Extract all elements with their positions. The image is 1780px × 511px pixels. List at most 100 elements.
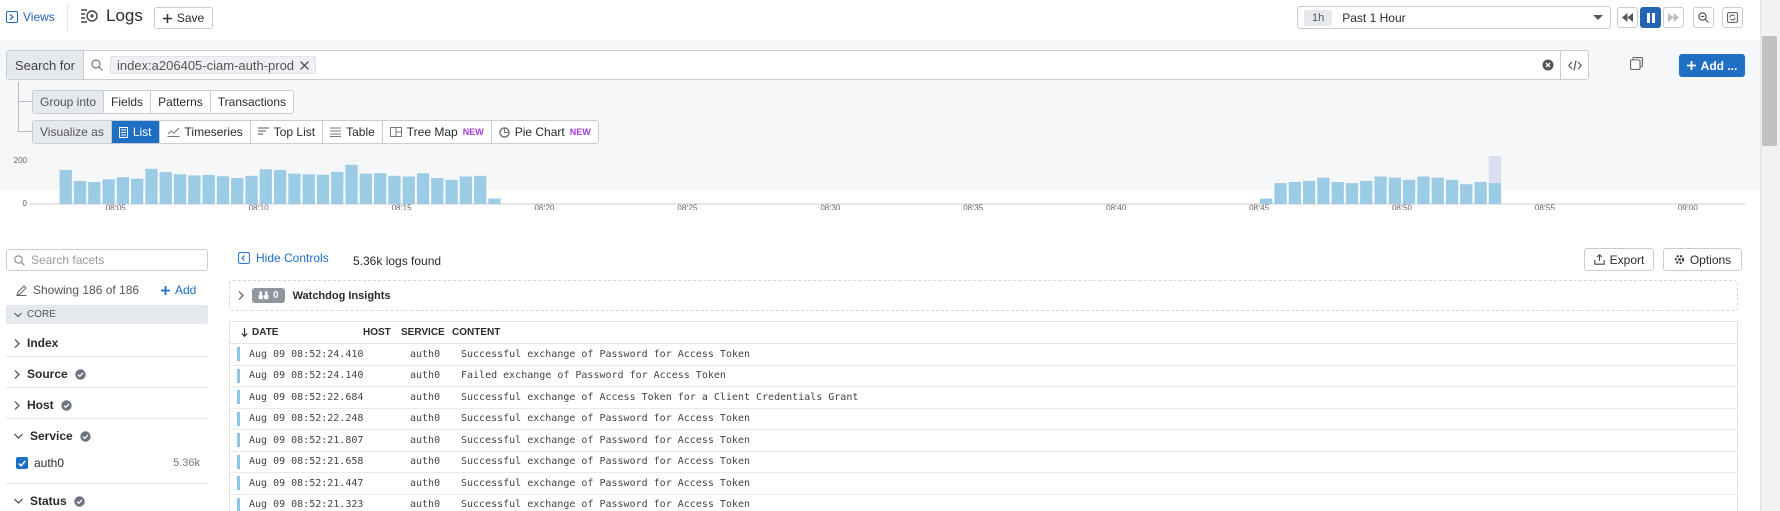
column-date[interactable]: DATE (252, 327, 363, 338)
add-facet-button[interactable]: Add (161, 283, 196, 297)
refresh-button[interactable] (1722, 7, 1743, 28)
histogram-bar[interactable] (88, 182, 101, 204)
viz-option-list[interactable]: List (111, 121, 160, 143)
histogram-bar[interactable] (59, 169, 72, 204)
viz-option-timeseries[interactable]: Timeseries (160, 121, 251, 143)
sort-desc-icon[interactable] (230, 328, 252, 337)
histogram-bar[interactable] (459, 176, 473, 205)
zoom-out-button[interactable] (1693, 7, 1714, 28)
facet-index[interactable]: Index (14, 336, 58, 350)
log-histogram[interactable]: 200 0 08:05 08:10 08:15 08:20 08:25 08:30 08:3… (0, 150, 1760, 210)
histogram-bar[interactable] (374, 173, 387, 204)
histogram-bar[interactable] (1288, 182, 1301, 204)
histogram-bar[interactable] (331, 171, 344, 204)
histogram-bar[interactable] (1374, 176, 1387, 205)
facet-search-input[interactable]: Search facets (6, 249, 208, 271)
column-content[interactable]: CONTENT (452, 327, 1737, 338)
search-input[interactable] (316, 51, 1536, 79)
views-button[interactable]: Views (6, 10, 55, 24)
histogram-bar[interactable] (273, 169, 287, 204)
watchdog-insights-panel[interactable]: 0 Watchdog Insights (229, 280, 1738, 311)
histogram-bar[interactable] (259, 169, 272, 204)
viz-option-table[interactable]: Table (323, 121, 383, 143)
search-bar[interactable]: Search for index:a206405-ciam-auth-prod (6, 50, 1589, 80)
histogram-bar[interactable] (1331, 182, 1344, 204)
code-icon[interactable] (1560, 51, 1588, 79)
histogram-bar[interactable] (1317, 177, 1330, 204)
histogram-bar[interactable] (231, 178, 244, 204)
histogram-bar[interactable] (245, 175, 258, 204)
table-row[interactable]: Aug 09 08:52:24.140 auth0 Failed exchange … (230, 366, 1737, 387)
close-icon[interactable] (300, 60, 310, 70)
histogram-bar[interactable] (1445, 179, 1459, 204)
histogram-bar[interactable] (1302, 180, 1316, 204)
histogram-bar[interactable] (288, 173, 301, 204)
histogram-bar[interactable] (173, 174, 187, 204)
table-row[interactable]: Aug 09 08:52:22.684 auth0 Successful excha… (230, 387, 1737, 409)
histogram-bar[interactable] (359, 173, 372, 204)
group-option-fields[interactable]: Fields (104, 91, 152, 113)
table-row[interactable]: Aug 09 08:52:22.248 auth0 Successful excha… (230, 409, 1737, 430)
group-option-transactions[interactable]: Transactions (211, 91, 293, 113)
histogram-bar[interactable] (1360, 180, 1373, 204)
query-chip[interactable]: index:a206405-ciam-auth-prod (109, 56, 317, 74)
save-button[interactable]: Save (154, 7, 213, 29)
facet-service[interactable]: Service (14, 429, 91, 443)
pause-button[interactable] (1640, 7, 1661, 28)
facet-host[interactable]: Host (14, 398, 72, 412)
checkbox-checked[interactable] (16, 457, 28, 469)
histogram-bar[interactable] (1345, 183, 1359, 204)
viz-option-tree-map[interactable]: Tree Map NEW (383, 121, 492, 143)
histogram-bar[interactable] (388, 175, 401, 204)
histogram-bar[interactable] (102, 179, 115, 204)
histogram-bar[interactable] (474, 175, 487, 204)
histogram-bar[interactable] (445, 179, 458, 204)
histogram-bar[interactable] (159, 172, 172, 204)
column-host[interactable]: HOST (363, 327, 401, 338)
histogram-bar[interactable] (1431, 177, 1444, 204)
histogram-bar[interactable] (1417, 176, 1430, 205)
scrollbar-thumb[interactable] (1762, 36, 1777, 146)
histogram-bar[interactable] (1403, 179, 1416, 204)
edit-icon[interactable] (16, 284, 27, 296)
core-section[interactable]: CORE (6, 305, 208, 324)
column-service[interactable]: SERVICE (401, 327, 452, 338)
histogram-bar[interactable] (1388, 177, 1401, 204)
time-range-selector[interactable]: 1h Past 1 Hour (1297, 6, 1611, 29)
facet-value-row[interactable]: auth0 5.36k (16, 456, 200, 470)
facet-source[interactable]: Source (14, 367, 86, 381)
histogram-bar[interactable] (1488, 183, 1502, 204)
histogram-bar[interactable] (1460, 184, 1473, 204)
clear-search-icon[interactable] (1536, 51, 1560, 79)
add-button[interactable]: Add ... (1679, 54, 1745, 77)
histogram-bar[interactable] (416, 173, 430, 204)
histogram-bar[interactable] (1474, 182, 1487, 204)
histogram-bar[interactable] (202, 174, 215, 204)
histogram-bar[interactable] (402, 176, 415, 205)
viz-option-top-list[interactable]: Top List (251, 121, 324, 143)
table-row[interactable]: Aug 09 08:52:21.447 auth0 Successful excha… (230, 473, 1737, 495)
histogram-bar[interactable] (488, 198, 501, 205)
histogram-bar[interactable] (131, 178, 144, 204)
table-row[interactable]: Aug 09 08:52:21.323 auth0 Successful excha… (230, 495, 1737, 511)
histogram-bar[interactable] (145, 168, 158, 204)
histogram-bar[interactable] (216, 176, 230, 204)
histogram-bar[interactable] (188, 175, 201, 204)
rewind-button[interactable] (1617, 7, 1638, 28)
histogram-bar[interactable] (73, 180, 87, 204)
copy-icon[interactable] (1630, 57, 1643, 70)
histogram-bar[interactable] (116, 177, 130, 204)
forward-button[interactable] (1663, 7, 1684, 28)
histogram-bar[interactable] (302, 174, 315, 204)
table-row[interactable]: Aug 09 08:52:24.410 auth0 Successful excha… (230, 344, 1737, 366)
histogram-bar[interactable] (345, 164, 358, 204)
viz-option-pie-chart[interactable]: Pie Chart NEW (492, 121, 598, 143)
histogram-bar[interactable] (316, 174, 330, 204)
table-row[interactable]: Aug 09 08:52:21.658 auth0 Successful excha… (230, 452, 1737, 473)
facet-status[interactable]: Status (14, 494, 85, 508)
export-button[interactable]: Export (1584, 248, 1654, 271)
hide-controls-button[interactable]: Hide Controls (238, 251, 329, 265)
options-button[interactable]: Options (1663, 248, 1742, 271)
table-row[interactable]: Aug 09 08:52:21.807 auth0 Successful excha… (230, 430, 1737, 452)
group-option-patterns[interactable]: Patterns (151, 91, 211, 113)
